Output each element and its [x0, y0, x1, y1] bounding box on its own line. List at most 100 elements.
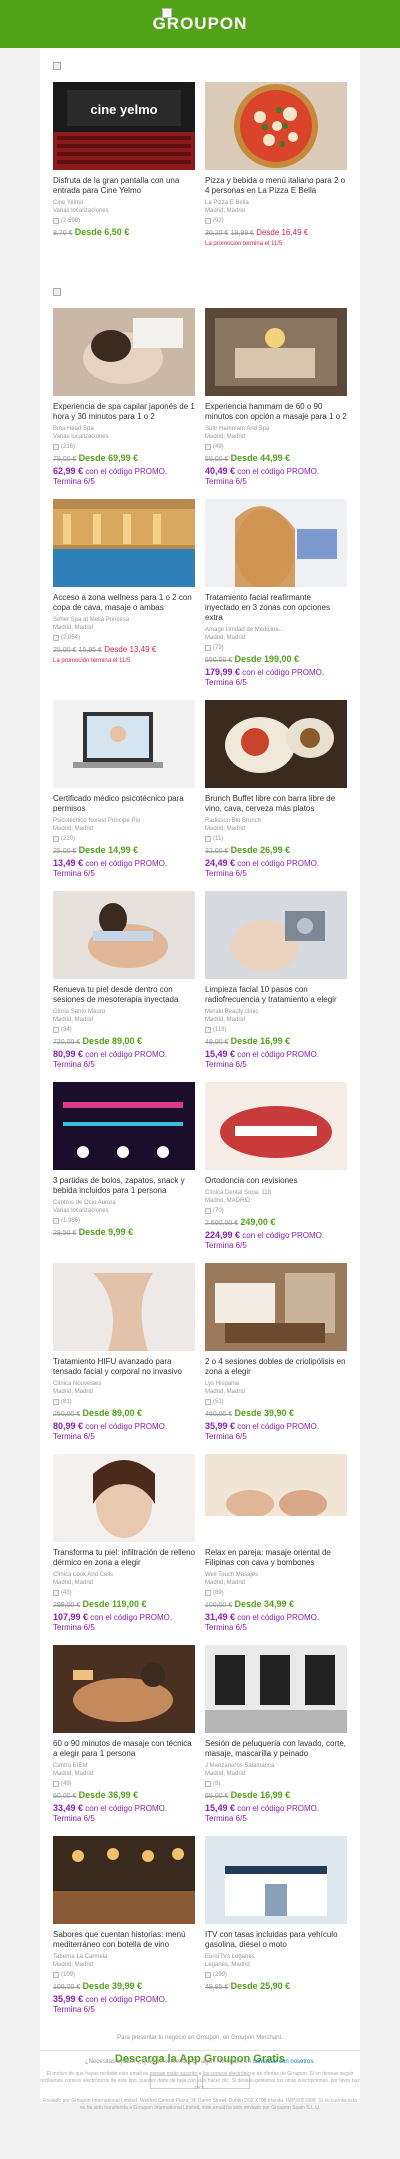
deal-prices: 720,00 € Desde 89,00 €: [53, 1036, 195, 1048]
deal-image[interactable]: [205, 1454, 347, 1542]
deal-title[interactable]: Sesión de peluquería con lavado, corte, …: [205, 1739, 347, 1759]
deal-prices: 30,20 € 19,99 € Desde 16,49 €: [205, 227, 347, 239]
deal-card[interactable]: Experiencia hammam de 60 o 90 minutos co…: [205, 308, 347, 487]
deal-prices: 60,00 € Desde 36,99 €: [53, 1790, 195, 1802]
deal-card[interactable]: Experiencia de spa capilar japonés de 1 …: [53, 308, 195, 487]
deal-title[interactable]: Sabores que cuentan historias: menú medi…: [53, 1930, 195, 1950]
deal-location: Madrid, Madrid: [53, 1771, 94, 1777]
deal-card[interactable]: Certificado médico psicotécnico para per…: [53, 700, 195, 879]
contact-link[interactable]: contactar con nosotros: [253, 2059, 314, 2065]
deal-card[interactable]: Brunch Buffet libre con barra libre de v…: [205, 700, 347, 879]
deal-merchant: Clínica Nouvelaes: [53, 1381, 102, 1387]
promo-code-price: 24,49 € con el código PROMO. Termina 6/5: [205, 858, 347, 879]
deal-title[interactable]: Certificado médico psicotécnico para per…: [53, 794, 195, 814]
deal-prices: 79,00 € Desde 69,99 €: [53, 453, 195, 465]
deal-card[interactable]: cine yelmo Disfruta de la gran pantalla …: [53, 82, 195, 248]
deal-prices: 100,00 € Desde 34,99 €: [205, 1599, 347, 1611]
deal-card[interactable]: Transforma tu piel: infiltración de rell…: [53, 1454, 195, 1633]
deal-image[interactable]: [205, 1645, 347, 1733]
deal-card[interactable]: Acceso a zona wellness para 1 o 2 con co…: [53, 499, 195, 688]
deal-title[interactable]: Ortodoncia con revisiones: [205, 1176, 347, 1186]
deal-title[interactable]: Brunch Buffet libre con barra libre de v…: [205, 794, 347, 814]
stars-icon: [53, 1781, 59, 1787]
deal-card[interactable]: Limpieza facial 10 pasos con radiofrecue…: [205, 891, 347, 1070]
deal-image[interactable]: [53, 499, 195, 587]
deal-title[interactable]: Limpieza facial 10 pasos con radiofrecue…: [205, 985, 347, 1005]
old-price: 460,00 €: [205, 1411, 233, 1418]
deal-image[interactable]: [53, 1263, 195, 1351]
email-header: GROUPON: [0, 0, 400, 48]
stars-icon: [53, 836, 59, 842]
deal-image[interactable]: [205, 891, 347, 979]
rating-count: (8): [213, 1781, 221, 1787]
deal-title[interactable]: 60 o 90 minutos de masaje con técnica a …: [53, 1739, 195, 1759]
deal-card[interactable]: Tratamiento HIFU avanzado para tensado f…: [53, 1263, 195, 1442]
deal-card[interactable]: 3 partidas de bolos, zapatos, snack y be…: [53, 1082, 195, 1251]
deal-card[interactable]: Sesión de peluquería con lavado, corte, …: [205, 1645, 347, 1824]
deal-image[interactable]: [53, 1454, 195, 1542]
deal-title[interactable]: Disfruta de la gran pantalla con una ent…: [53, 176, 195, 196]
deal-title[interactable]: Acceso a zona wellness para 1 o 2 con co…: [53, 593, 195, 613]
deal-prices: 55,00 € Desde 16,99 €: [205, 1790, 347, 1802]
old-price: 8,70 €: [53, 230, 73, 237]
deal-location: Madrid, Madrid: [205, 1389, 246, 1395]
code-price-value: 224,99 €: [205, 1230, 241, 1240]
deal-image[interactable]: [53, 1836, 195, 1924]
deal-card[interactable]: ITV con tasas incluidas para vehículo ga…: [205, 1836, 347, 2015]
old-price: 55,00 €: [205, 456, 229, 463]
deal-card[interactable]: Sabores que cuentan historias: menú medi…: [53, 1836, 195, 2015]
deal-location: Madrid, MADRID: [205, 1198, 251, 1204]
deal-rating: (118): [205, 1026, 347, 1034]
deal-location: Madrid, Madrid: [205, 1580, 246, 1586]
rating-count: (51): [213, 1399, 224, 1405]
code-price-value: 24,49 €: [205, 858, 236, 868]
deal-title[interactable]: Experiencia de spa capilar japonés de 1 …: [53, 402, 195, 422]
deal-card[interactable]: Ortodoncia con revisiones Clínica Dental…: [205, 1082, 347, 1251]
deal-image[interactable]: [205, 700, 347, 788]
new-price: Desde 44,99 €: [230, 453, 291, 463]
deal-prices: 55,00 € Desde 44,99 €: [205, 453, 347, 465]
deal-image[interactable]: [53, 700, 195, 788]
code-price-value: 13,49 €: [53, 858, 84, 868]
code-price-value: 40,49 €: [205, 466, 236, 476]
deal-title[interactable]: Renueva tu piel desde dentro con sesione…: [53, 985, 195, 1005]
deal-image[interactable]: [205, 499, 347, 587]
deal-card[interactable]: 60 o 90 minutos de masaje con técnica a …: [53, 1645, 195, 1824]
stars-icon: [205, 1972, 211, 1978]
deal-rating: (34): [53, 1026, 195, 1034]
deal-image[interactable]: [53, 308, 195, 396]
deal-title[interactable]: 3 partidas de bolos, zapatos, snack y be…: [53, 1176, 195, 1196]
deal-card[interactable]: Relax en pareja: masaje oriental de Fili…: [205, 1454, 347, 1633]
deal-title[interactable]: Experiencia hammam de 60 o 90 minutos co…: [205, 402, 347, 422]
deal-merchant: Lys Hispania: [205, 1381, 240, 1387]
deal-title[interactable]: Pizza y bebida o menú italiano para 2 o …: [205, 176, 347, 196]
deal-card[interactable]: Tratamiento facial reafirmante inyectado…: [205, 499, 347, 688]
deal-title[interactable]: 2 o 4 sesiones dobles de criolipólisis e…: [205, 1357, 347, 1377]
legal-text-1: El motivo de que hayas recibido este ema…: [40, 2071, 360, 2091]
deal-image[interactable]: [205, 308, 347, 396]
deal-title[interactable]: ITV con tasas incluidas para vehículo ga…: [205, 1930, 347, 1950]
deal-location: Madrid, Madrid: [53, 1962, 94, 1968]
deal-image[interactable]: [205, 1836, 347, 1924]
deal-prices: 49,95 € Desde 25,90 €: [205, 1981, 347, 1993]
rating-count: (220): [61, 836, 76, 842]
deal-image[interactable]: [53, 891, 195, 979]
deal-card[interactable]: Renueva tu piel desde dentro con sesione…: [53, 891, 195, 1070]
deal-card[interactable]: 2 o 4 sesiones dobles de criolipólisis e…: [205, 1263, 347, 1442]
deal-image-pizza[interactable]: [205, 82, 347, 170]
deal-merchant: Centro EIEM: [53, 1763, 88, 1769]
deal-image[interactable]: [205, 1263, 347, 1351]
deal-image-cinema[interactable]: cine yelmo: [53, 82, 195, 170]
deal-image[interactable]: [53, 1645, 195, 1733]
promo-code-price: 80,99 € con el código PROMO. Termina 6/5: [53, 1049, 195, 1070]
svg-text:cine yelmo: cine yelmo: [90, 102, 157, 117]
stars-icon: [205, 1399, 211, 1405]
deal-image[interactable]: [205, 1082, 347, 1170]
deal-title[interactable]: Relax en pareja: masaje oriental de Fili…: [205, 1548, 347, 1568]
deal-title[interactable]: Tratamiento HIFU avanzado para tensado f…: [53, 1357, 195, 1377]
deal-title[interactable]: Transforma tu piel: infiltración de rell…: [53, 1548, 195, 1568]
logo-image-placeholder: [162, 8, 172, 18]
deal-card[interactable]: Pizza y bebida o menú italiano para 2 o …: [205, 82, 347, 248]
deal-image[interactable]: [53, 1082, 195, 1170]
deal-title[interactable]: Tratamiento facial reafirmante inyectado…: [205, 593, 347, 623]
